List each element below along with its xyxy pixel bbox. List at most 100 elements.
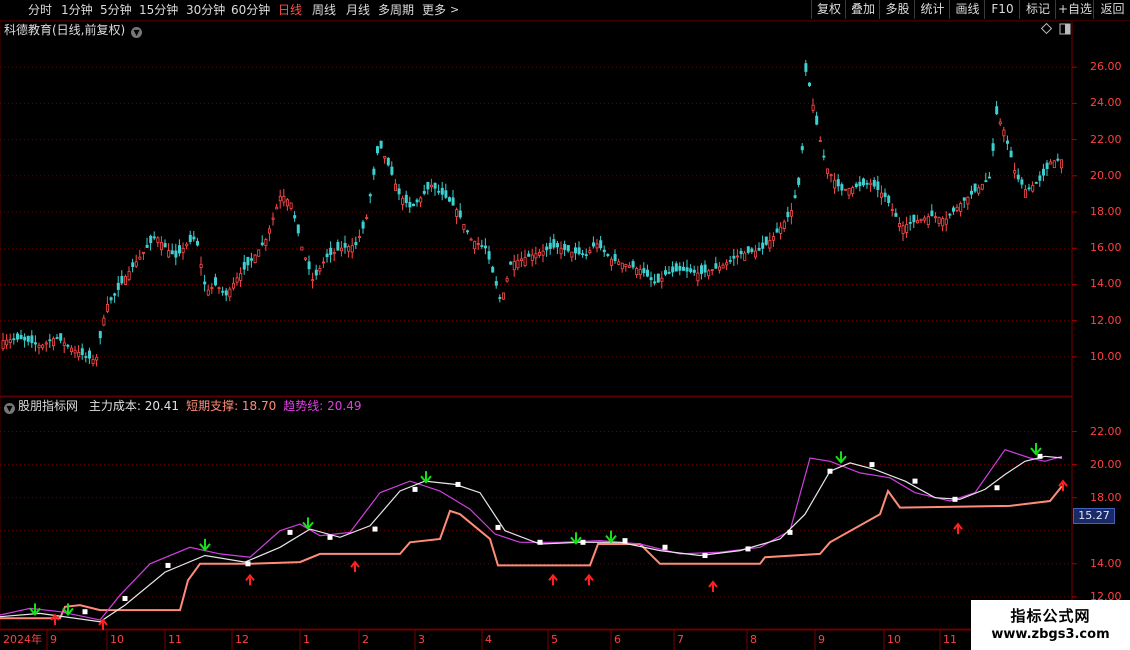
period-tab-10[interactable]: 更多 [422, 2, 446, 18]
watermark-title: 指标公式网 [1010, 607, 1091, 625]
candle-body [354, 242, 358, 246]
candle-body [59, 333, 63, 341]
toolbar-button-4[interactable]: 画线 [949, 0, 985, 19]
period-tab-8[interactable]: 月线 [346, 2, 370, 18]
candle-body [260, 242, 264, 246]
candle-body [761, 242, 765, 249]
period-tab-4[interactable]: 30分钟 [186, 2, 225, 18]
candle-body [473, 240, 477, 250]
period-tab-7[interactable]: 周线 [312, 2, 336, 18]
candle-body [552, 239, 556, 248]
candle-body [772, 236, 776, 241]
candle-body [948, 213, 952, 216]
candle-body [271, 217, 275, 220]
candle-body [934, 216, 938, 219]
candle-body [1042, 168, 1046, 176]
candle-body [646, 269, 650, 277]
indicator-grid [0, 431, 1077, 598]
period-tab-3[interactable]: 15分钟 [139, 2, 178, 18]
candle-body [361, 221, 365, 229]
cost-marker [327, 534, 333, 540]
candle-body [437, 190, 441, 193]
candle-body [37, 344, 41, 348]
candle-body [937, 217, 941, 224]
candle-body [156, 237, 160, 243]
cost-marker [994, 485, 1000, 491]
toolbar-button-0[interactable]: 复权 [811, 0, 846, 19]
more-chevron-icon[interactable]: > [450, 2, 459, 18]
candle-body [545, 246, 549, 251]
period-tab-6[interactable]: 日线 [278, 2, 302, 18]
candle-body [174, 250, 178, 258]
current-price-value: 15.27 [1078, 509, 1110, 522]
candle-body [106, 304, 110, 312]
candle-body [858, 181, 862, 187]
cost-marker [82, 609, 88, 615]
period-tab-9[interactable]: 多周期 [378, 2, 414, 18]
candle-body [347, 246, 351, 252]
candle-body [790, 210, 794, 217]
cost-marker [412, 486, 418, 492]
candle-body [786, 211, 790, 218]
candle-body [1031, 185, 1035, 192]
collapse-icon[interactable]: ▼ [4, 403, 15, 414]
candle-body [566, 245, 570, 252]
toolbar-button-8[interactable]: 返回 [1093, 0, 1130, 19]
candle-body [653, 281, 657, 284]
time-label-6: 2 [362, 633, 369, 646]
candle-body [613, 254, 617, 261]
candle-body [1013, 170, 1017, 174]
toolbar-button-7[interactable]: +自选 [1055, 0, 1094, 19]
cost-marker [662, 544, 668, 550]
cost-marker [912, 478, 918, 484]
period-tab-2[interactable]: 5分钟 [100, 2, 132, 18]
candle-body [750, 248, 754, 253]
candle-body [447, 197, 451, 202]
candle-body [800, 146, 804, 151]
candle-body [638, 269, 642, 275]
candle-body [854, 183, 858, 188]
toolbar-button-2[interactable]: 多股 [879, 0, 915, 19]
candle-body [844, 188, 848, 191]
candle-body [1038, 175, 1042, 181]
candle-body [296, 224, 300, 234]
candle-body [764, 236, 768, 245]
period-tab-1[interactable]: 1分钟 [61, 2, 93, 18]
candle-body [321, 261, 325, 264]
main-price-tick: 16.00 [1090, 241, 1122, 255]
candle-body [966, 196, 970, 205]
chart-canvas[interactable] [0, 0, 1130, 650]
candle-body [30, 335, 34, 344]
candle-body [70, 347, 74, 353]
candle-body [1024, 189, 1028, 198]
candle-body [696, 272, 700, 282]
candle-body [919, 218, 923, 222]
candle-body [426, 181, 430, 190]
candle-body [134, 261, 138, 267]
candle-body [124, 276, 128, 285]
candle-body [631, 261, 635, 268]
candle-body [138, 256, 142, 260]
candle-body [808, 82, 812, 87]
panel-toggle-icon[interactable] [1059, 23, 1071, 35]
period-tab-5[interactable]: 60分钟 [231, 2, 270, 18]
candle-body [307, 261, 311, 270]
candle-body [671, 266, 675, 273]
toolbar-button-1[interactable]: 叠加 [845, 0, 880, 19]
candle-body [235, 277, 239, 283]
toolbar-button-3[interactable]: 统计 [914, 0, 950, 19]
candle-body [491, 266, 495, 273]
diamond-icon[interactable] [1040, 22, 1053, 35]
candle-body [725, 262, 729, 266]
legend-item-1: 短期支撑: 18.70 [186, 399, 277, 413]
candle-body [898, 223, 902, 228]
cost-marker [622, 538, 628, 544]
toolbar-button-5[interactable]: F10 [984, 0, 1020, 19]
candle-body [757, 247, 761, 251]
toolbar-button-6[interactable]: 标记 [1019, 0, 1056, 19]
candle-body [916, 220, 920, 224]
candle-body [509, 261, 513, 265]
candle-body [278, 195, 282, 202]
period-tab-0[interactable]: 分时 [28, 2, 52, 18]
dropdown-icon[interactable]: ▼ [131, 27, 143, 38]
